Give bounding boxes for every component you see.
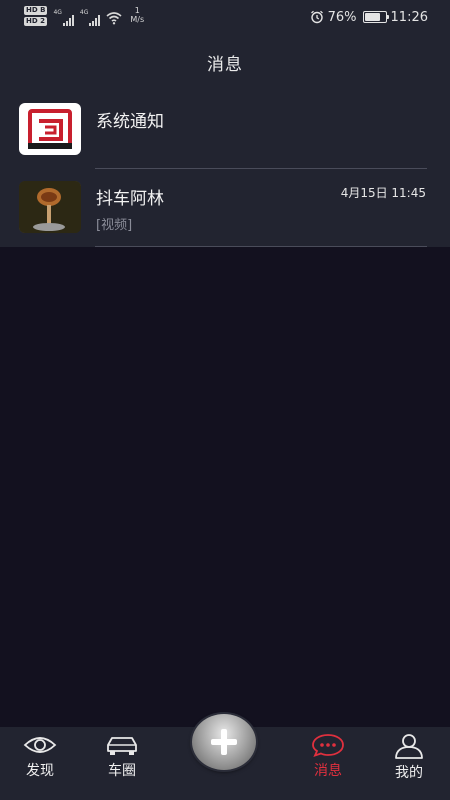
message-row-system[interactable]: 系统通知	[0, 100, 450, 168]
wifi-icon	[106, 12, 122, 25]
video-thumbnail	[19, 181, 81, 233]
eye-icon	[23, 737, 57, 753]
message-preview: [视频]	[96, 218, 133, 233]
nav-discover[interactable]: 发现	[5, 733, 75, 780]
network-type-2: 4G	[79, 9, 89, 16]
nav-label: 发现	[26, 763, 54, 779]
message-list-panel: HD B HD 2 4G 4G 1 M/s 76% 11:26 消息 系统通知 …	[0, 0, 450, 247]
hd-badge-1: HD B	[24, 6, 48, 15]
message-row-user[interactable]: 抖车阿林 4月15日 11:45 [视频]	[0, 178, 450, 246]
user-icon	[395, 734, 423, 759]
video-thumbnail-icon	[19, 181, 81, 233]
battery-level	[364, 13, 380, 21]
nav-label: 我的	[395, 765, 423, 781]
nav-car-circle[interactable]: 车圈	[87, 733, 157, 780]
battery-icon	[362, 11, 389, 23]
alarm-icon	[310, 10, 323, 24]
page-title: 消息	[207, 55, 243, 75]
signal-2: 4G	[79, 6, 101, 26]
row-divider	[95, 246, 427, 247]
row-divider	[95, 168, 427, 169]
add-button[interactable]	[192, 714, 256, 770]
signal-bars-icon	[62, 14, 74, 26]
status-right: 76% 11:26	[310, 8, 428, 26]
message-time: 4月15日 11:45	[340, 186, 426, 200]
status-bar: HD B HD 2 4G 4G 1 M/s 76% 11:26	[0, 0, 450, 34]
hd-badge-2: HD 2	[24, 17, 48, 26]
network-type-1: 4G	[53, 9, 62, 16]
message-sender-name: 系统通知	[96, 112, 164, 132]
system-notification-logo-icon	[28, 109, 72, 149]
chat-bubble-icon	[312, 734, 344, 757]
plus-icon	[211, 729, 237, 755]
car-icon	[107, 737, 137, 755]
nav-profile[interactable]: 我的	[374, 733, 444, 782]
network-speed: 1 M/s	[130, 6, 145, 24]
nav-label: 车圈	[108, 763, 136, 779]
signal-1: 4G	[53, 6, 74, 26]
message-sender-name: 抖车阿林	[96, 189, 164, 209]
nav-messages[interactable]: 消息	[293, 733, 363, 780]
clock: 11:26	[390, 9, 428, 25]
battery-percent: 76%	[327, 9, 357, 25]
nav-label: 消息	[314, 763, 342, 779]
hd-indicators: HD B HD 2	[24, 6, 48, 26]
system-notification-avatar	[19, 103, 81, 155]
status-left: HD B HD 2 4G 4G 1 M/s	[24, 6, 144, 28]
signal-bars-icon	[89, 14, 101, 26]
